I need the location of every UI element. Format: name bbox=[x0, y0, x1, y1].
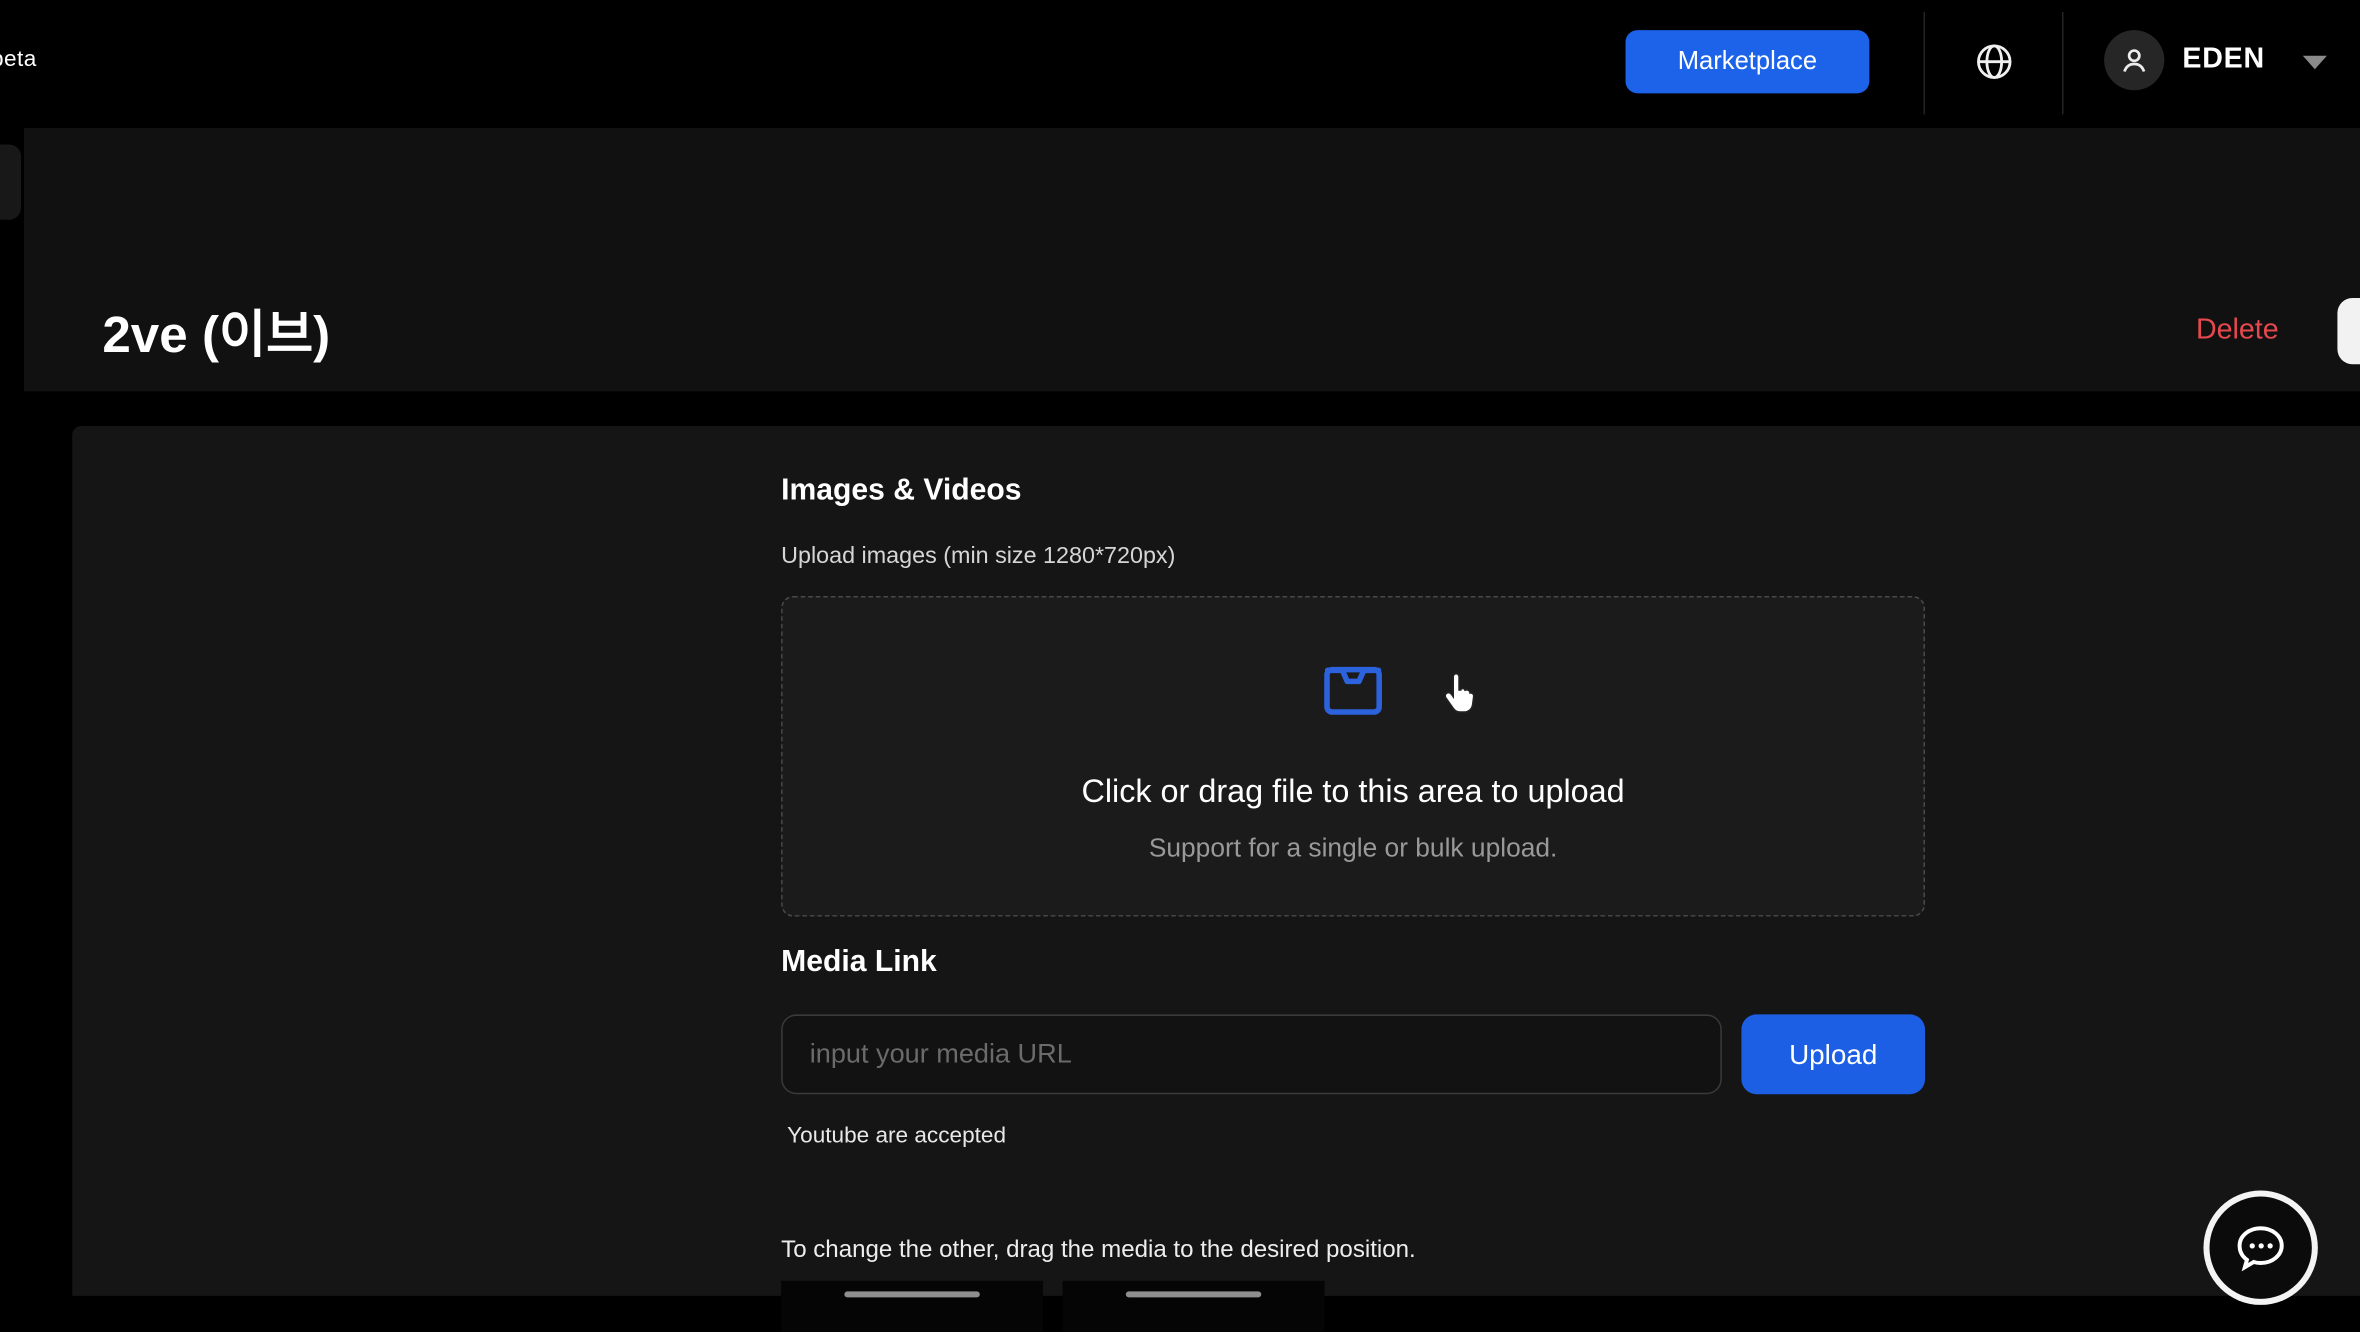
chat-bubble-icon bbox=[2209, 1197, 2311, 1299]
thumbnail-bar bbox=[1126, 1291, 1261, 1297]
chevron-down-icon[interactable] bbox=[2303, 56, 2327, 70]
user-avatar[interactable] bbox=[2104, 30, 2164, 90]
upload-button[interactable]: Upload bbox=[1741, 1014, 1925, 1094]
media-url-input[interactable] bbox=[781, 1014, 1722, 1094]
topbar-divider bbox=[1924, 12, 1926, 114]
media-thumbnail[interactable] bbox=[781, 1281, 1043, 1332]
file-dropzone[interactable]: Click or drag file to this area to uploa… bbox=[781, 596, 1925, 917]
thumbnail-bar bbox=[844, 1291, 979, 1297]
delete-button[interactable]: Delete bbox=[2187, 313, 2288, 349]
page-title: 2ve (이브) bbox=[102, 293, 330, 367]
top-bar: beta Marketplace EDEN bbox=[0, 0, 2360, 128]
inbox-icon bbox=[1309, 652, 1396, 738]
topbar-divider bbox=[2062, 12, 2064, 114]
dropzone-title: Click or drag file to this area to uploa… bbox=[1081, 774, 1624, 812]
page-header: 2ve (이브) Delete S ✓ Overview 2 Descripti… bbox=[24, 128, 2360, 391]
language-globe-icon[interactable] bbox=[1973, 41, 2015, 83]
media-thumbnail[interactable] bbox=[1063, 1281, 1325, 1332]
media-link-heading: Media Link bbox=[781, 945, 937, 980]
media-panel: Images & Videos Upload images (min size … bbox=[72, 426, 2360, 1296]
app-window: beta Marketplace EDEN 2ve (이브) Delete S … bbox=[0, 0, 2360, 1332]
brand-logo-partial: beta bbox=[0, 47, 37, 73]
accepted-hint: Youtube are accepted bbox=[787, 1123, 1006, 1149]
upload-size-note: Upload images (min size 1280*720px) bbox=[781, 543, 1175, 570]
reorder-hint: To change the other, drag the media to t… bbox=[781, 1237, 1416, 1264]
drawer-handle[interactable] bbox=[0, 144, 21, 219]
chat-launcher-button[interactable] bbox=[2203, 1191, 2317, 1305]
marketplace-button[interactable]: Marketplace bbox=[1626, 30, 1870, 93]
username-label[interactable]: EDEN bbox=[2182, 44, 2264, 77]
save-button[interactable]: S bbox=[2337, 298, 2360, 364]
images-videos-heading: Images & Videos bbox=[781, 474, 1021, 509]
dropzone-subtitle: Support for a single or bulk upload. bbox=[1149, 832, 1558, 864]
